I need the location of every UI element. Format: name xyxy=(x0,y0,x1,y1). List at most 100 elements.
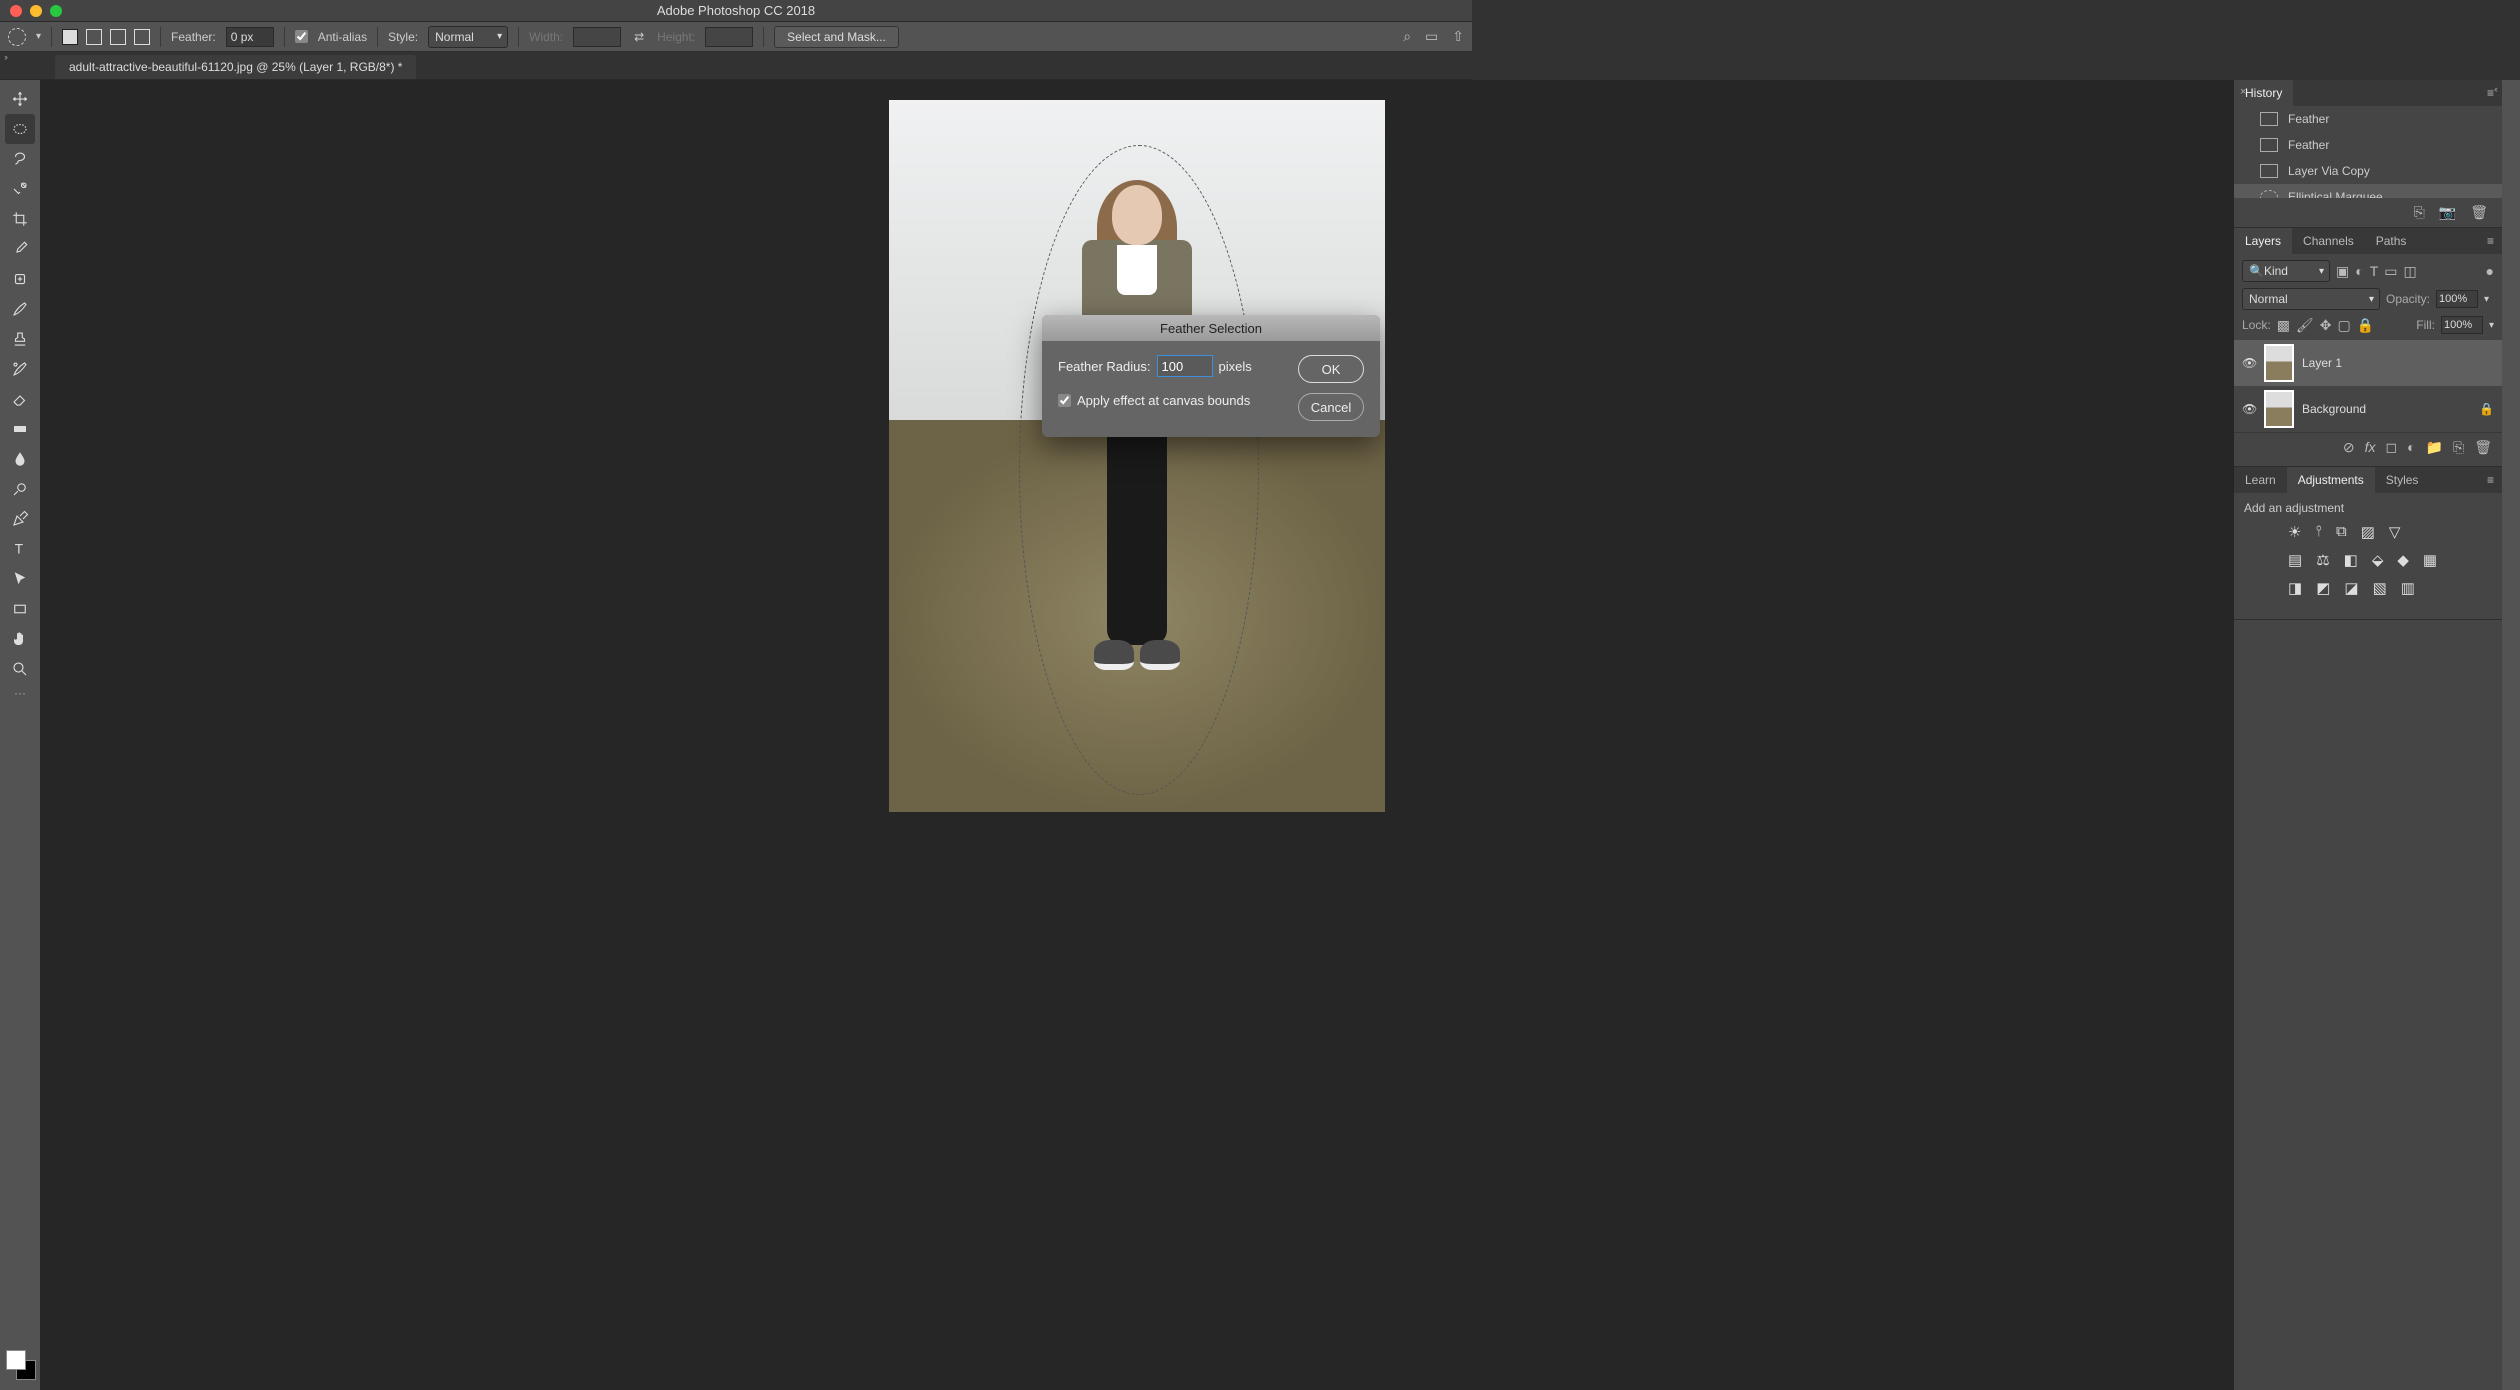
history-item[interactable]: Layer Via Copy xyxy=(2234,158,2502,184)
vibrance-icon[interactable]: ▽ xyxy=(2389,523,2401,541)
new-selection-icon[interactable] xyxy=(62,29,78,45)
add-selection-icon[interactable] xyxy=(86,29,102,45)
eraser-tool[interactable] xyxy=(5,384,35,414)
adjustment-layer-icon[interactable]: ◐ xyxy=(2407,439,2415,456)
opacity-chevron-icon[interactable]: ▾ xyxy=(2484,294,2489,305)
panel-close-icon[interactable]: × xyxy=(2240,86,2246,98)
feather-input[interactable] xyxy=(226,27,274,47)
document-canvas[interactable]: Feather Selection Feather Radius: pixels… xyxy=(889,100,1385,812)
channels-tab[interactable]: Channels xyxy=(2292,228,2365,254)
brush-tool[interactable] xyxy=(5,294,35,324)
snapshot-icon[interactable]: 📷 xyxy=(2439,204,2456,221)
search-icon[interactable]: ⌕ xyxy=(1403,28,1411,45)
hand-tool[interactable] xyxy=(5,624,35,654)
lock-artboard-icon[interactable]: ▢ xyxy=(2337,317,2350,334)
layer-mask-icon[interactable]: ◻ xyxy=(2385,439,2397,456)
layer-style-icon[interactable]: fx xyxy=(2365,439,2376,456)
history-item[interactable]: Feather xyxy=(2234,132,2502,158)
lock-transparency-icon[interactable]: ▩ xyxy=(2277,317,2290,334)
panel-menu-icon[interactable]: ≡ xyxy=(2479,86,2502,100)
apply-canvas-bounds-checkbox[interactable] xyxy=(1058,394,1071,407)
learn-tab[interactable]: Learn xyxy=(2234,467,2287,493)
filter-adjustment-icon[interactable]: ◐ xyxy=(2355,263,2363,279)
path-select-tool[interactable] xyxy=(5,564,35,594)
anti-alias-checkbox[interactable] xyxy=(295,30,308,43)
feather-radius-input[interactable] xyxy=(1157,355,1213,377)
photo-filter-icon[interactable]: ⬙ xyxy=(2372,551,2384,569)
group-icon[interactable]: 📁 xyxy=(2426,439,2443,456)
stamp-tool[interactable] xyxy=(5,324,35,354)
dodge-tool[interactable] xyxy=(5,474,35,504)
panel-menu-icon[interactable]: ≡ xyxy=(2479,473,2502,487)
levels-icon[interactable]: ⫯ xyxy=(2315,523,2322,541)
zoom-tool[interactable] xyxy=(5,654,35,684)
select-and-mask-button[interactable]: Select and Mask... xyxy=(774,26,899,48)
layer-thumbnail[interactable] xyxy=(2264,344,2294,382)
close-window-button[interactable] xyxy=(10,5,22,17)
eyedropper-tool[interactable] xyxy=(5,234,35,264)
workspace-icon[interactable]: ▭ xyxy=(1425,28,1438,45)
type-tool[interactable]: T xyxy=(5,534,35,564)
filter-type-icon[interactable]: T xyxy=(2370,263,2379,279)
layer-thumbnail[interactable] xyxy=(2264,390,2294,428)
history-item[interactable]: Feather xyxy=(2234,106,2502,132)
layer-filter-select[interactable]: 🔍 Kind xyxy=(2242,260,2330,282)
blend-mode-select[interactable]: Normal xyxy=(2242,288,2380,310)
exposure-icon[interactable]: ▨ xyxy=(2361,523,2375,541)
paths-tab[interactable]: Paths xyxy=(2365,228,2418,254)
panel-menu-icon[interactable]: ≡ xyxy=(2479,234,2502,248)
visibility-toggle-icon[interactable]: 👁 xyxy=(2242,356,2256,370)
gradient-map-icon[interactable]: ▧ xyxy=(2373,579,2387,597)
gradient-tool[interactable] xyxy=(5,414,35,444)
lock-position-icon[interactable]: ✥ xyxy=(2320,317,2332,334)
maximize-window-button[interactable] xyxy=(50,5,62,17)
curves-icon[interactable]: ⧉ xyxy=(2336,523,2347,541)
invert-icon[interactable]: ◨ xyxy=(2288,579,2302,597)
threshold-icon[interactable]: ◪ xyxy=(2344,579,2358,597)
lasso-tool[interactable] xyxy=(5,144,35,174)
layers-tab[interactable]: Layers xyxy=(2234,228,2292,254)
fg-color-swatch[interactable] xyxy=(6,1350,26,1370)
visibility-toggle-icon[interactable]: 👁 xyxy=(2242,402,2256,416)
move-tool[interactable] xyxy=(5,84,35,114)
styles-tab[interactable]: Styles xyxy=(2375,467,2430,493)
healing-brush-tool[interactable] xyxy=(5,264,35,294)
crop-tool[interactable] xyxy=(5,204,35,234)
rectangle-tool[interactable] xyxy=(5,594,35,624)
blur-tool[interactable] xyxy=(5,444,35,474)
adjustments-tab[interactable]: Adjustments xyxy=(2287,467,2375,493)
quick-select-tool[interactable] xyxy=(5,174,35,204)
filter-toggle-icon[interactable]: ● xyxy=(2486,263,2494,279)
lock-pixels-icon[interactable]: 🖌 xyxy=(2296,317,2314,334)
style-select[interactable]: Normal xyxy=(428,26,508,48)
pen-tool[interactable] xyxy=(5,504,35,534)
elliptical-marquee-selection[interactable] xyxy=(1019,145,1259,795)
minimize-window-button[interactable] xyxy=(30,5,42,17)
subtract-selection-icon[interactable] xyxy=(110,29,126,45)
brightness-contrast-icon[interactable]: ☀ xyxy=(2288,523,2301,541)
lock-all-icon[interactable]: 🔒 xyxy=(2357,317,2374,334)
opacity-input[interactable] xyxy=(2436,290,2478,308)
new-layer-icon[interactable]: ⎘ xyxy=(2453,439,2464,456)
collapsed-panel-strip[interactable] xyxy=(2502,80,2520,1390)
new-document-from-state-icon[interactable]: ⎘ xyxy=(2414,204,2425,221)
history-brush-tool[interactable] xyxy=(5,354,35,384)
color-balance-icon[interactable]: ⚖ xyxy=(2316,551,2329,569)
bw-icon[interactable]: ◧ xyxy=(2344,551,2358,569)
color-swatches[interactable] xyxy=(6,1350,36,1380)
delete-layer-icon[interactable]: 🗑 xyxy=(2474,439,2492,456)
fill-chevron-icon[interactable]: ▾ xyxy=(2489,320,2494,331)
filter-pixel-icon[interactable]: ▣ xyxy=(2336,263,2349,280)
canvas-area[interactable]: Feather Selection Feather Radius: pixels… xyxy=(40,80,2234,1390)
delete-state-icon[interactable]: 🗑 xyxy=(2470,204,2488,221)
edit-toolbar-icon[interactable]: ··· xyxy=(5,684,35,702)
layer-row[interactable]: 👁 Layer 1 xyxy=(2234,340,2502,386)
document-tab[interactable]: adult-attractive-beautiful-61120.jpg @ 2… xyxy=(55,55,416,79)
fill-input[interactable] xyxy=(2441,316,2483,334)
filter-smart-icon[interactable]: ◫ xyxy=(2404,263,2417,280)
layer-row[interactable]: 👁 Background 🔒 xyxy=(2234,386,2502,432)
tool-preset-chevron-icon[interactable]: ▾ xyxy=(36,31,41,42)
share-icon[interactable]: ⇧ xyxy=(1452,28,1464,45)
ok-button[interactable]: OK xyxy=(1298,355,1364,383)
filter-shape-icon[interactable]: ▭ xyxy=(2384,263,2397,280)
